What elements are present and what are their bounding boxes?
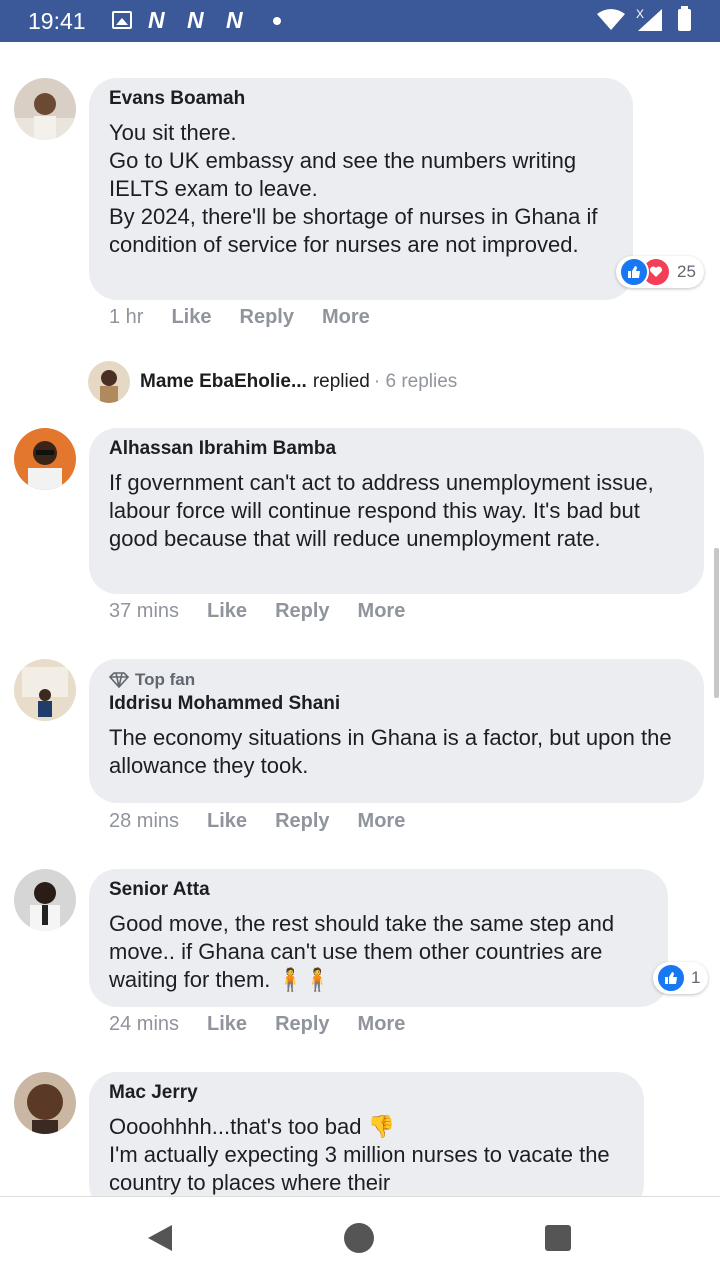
more-button[interactable]: More	[358, 810, 406, 833]
like-button[interactable]: Like	[207, 600, 247, 623]
avatar[interactable]	[14, 659, 76, 721]
comment-author[interactable]: Senior Atta	[109, 878, 648, 902]
reaction-count: 25	[677, 262, 696, 281]
comment-time: 37 mins	[109, 600, 180, 622]
scrollbar[interactable]	[714, 548, 719, 698]
comment-time: 28 mins	[109, 810, 180, 832]
recent-apps-icon[interactable]	[545, 1225, 571, 1251]
more-button[interactable]: More	[322, 306, 370, 329]
replied-label: replied	[312, 371, 370, 392]
comment-author[interactable]: Mac Jerry	[109, 1081, 624, 1105]
avatar[interactable]	[14, 869, 76, 931]
wifi-icon	[597, 9, 625, 30]
gallery-icon	[112, 11, 132, 29]
diamond-icon	[109, 672, 129, 688]
comment-time: 1 hr	[109, 306, 144, 328]
reaction-count: 1	[691, 968, 701, 987]
comment-bubble[interactable]: Senior Atta Good move, the rest should t…	[89, 869, 668, 1007]
comment-text: If government can't act to address unemp…	[109, 470, 654, 551]
comment-actions: 24 mins Like Reply More	[109, 1013, 433, 1036]
like-button[interactable]: Like	[207, 810, 247, 833]
comment-author[interactable]: Alhassan Ibrahim Bamba	[109, 437, 684, 461]
more-button[interactable]: More	[358, 1013, 406, 1036]
home-icon[interactable]	[344, 1223, 374, 1253]
comment-bubble[interactable]: Alhassan Ibrahim Bamba If government can…	[89, 428, 704, 594]
app-notification-icon: N	[148, 7, 165, 33]
comment-bubble[interactable]: Mac Jerry Oooohhhh...that's too bad 👎 I'…	[89, 1072, 644, 1212]
like-icon	[656, 963, 686, 993]
like-icon	[619, 257, 649, 287]
like-button[interactable]: Like	[171, 306, 211, 329]
comment-actions: 37 mins Like Reply More	[109, 600, 433, 623]
comment-author[interactable]: Evans Boamah	[109, 87, 613, 111]
reply-button[interactable]: Reply	[240, 306, 294, 329]
comment-text: You sit there. Go to UK embassy and see …	[109, 120, 598, 257]
more-notifications-dot	[273, 17, 281, 25]
comment-author[interactable]: Iddrisu Mohammed Shani	[109, 692, 684, 716]
like-button[interactable]: Like	[207, 1013, 247, 1036]
comment-actions: 1 hr Like Reply More	[109, 306, 398, 329]
top-fan-badge: Top fan	[109, 668, 684, 692]
comment-text: Oooohhhh...that's too bad 👎 I'm actually…	[109, 1114, 610, 1195]
avatar[interactable]	[14, 428, 76, 490]
comment-text: The economy situations in Ghana is a fac…	[109, 725, 672, 778]
cell-signal-icon: X	[636, 7, 662, 31]
app-notification-icon: N	[187, 7, 204, 33]
status-time: 19:41	[28, 8, 86, 34]
view-replies-link[interactable]: Mame EbaEholie... replied · 6 replies	[88, 360, 457, 404]
battery-icon	[678, 6, 691, 31]
avatar	[88, 361, 130, 403]
back-icon[interactable]	[146, 1223, 174, 1253]
comment-bubble[interactable]: Top fan Iddrisu Mohammed Shani The econo…	[89, 659, 704, 803]
reply-button[interactable]: Reply	[275, 810, 329, 833]
comment-time: 24 mins	[109, 1013, 180, 1035]
no-data-badge: X	[636, 7, 644, 21]
badge-label: Top fan	[135, 670, 196, 689]
reply-author: Mame EbaEholie...	[140, 371, 307, 392]
reply-button[interactable]: Reply	[275, 1013, 329, 1036]
comment-bubble[interactable]: Evans Boamah You sit there. Go to UK emb…	[89, 78, 633, 300]
avatar[interactable]	[14, 1072, 76, 1134]
reply-count: · 6 replies	[373, 371, 458, 392]
reaction-summary[interactable]: 25	[616, 256, 704, 288]
more-button[interactable]: More	[358, 600, 406, 623]
reaction-summary[interactable]: 1	[653, 962, 709, 994]
status-bar: 19:41 N N N X	[0, 0, 720, 42]
comment-text: Good move, the rest should take the same…	[109, 911, 615, 992]
app-notification-icon: N	[226, 7, 243, 33]
avatar[interactable]	[14, 78, 76, 140]
reply-button[interactable]: Reply	[275, 600, 329, 623]
navigation-bar	[0, 1196, 720, 1281]
comment-actions: 28 mins Like Reply More	[109, 810, 433, 833]
